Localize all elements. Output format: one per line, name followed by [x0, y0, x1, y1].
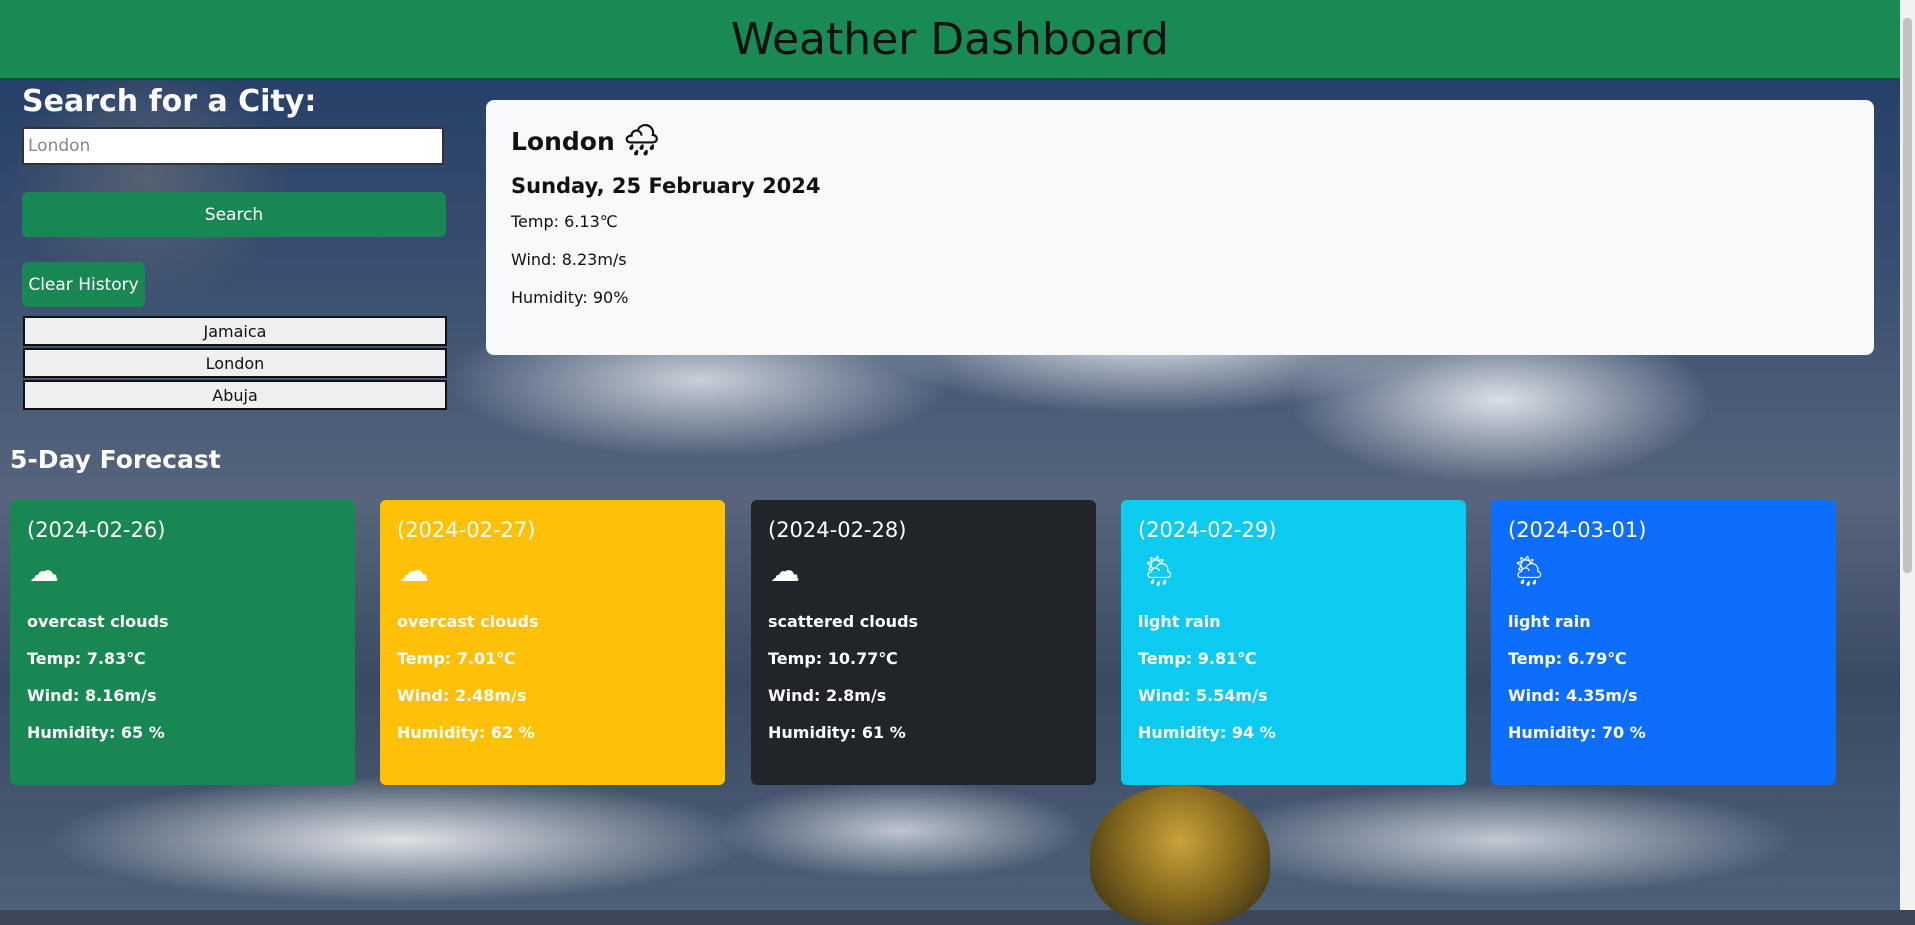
forecast-wind: Wind: 4.35m/s [1508, 686, 1638, 705]
search-history-list: Jamaica London Abuja [23, 316, 447, 412]
app-header: Weather Dashboard [0, 0, 1900, 80]
city-search-input[interactable] [22, 127, 444, 165]
search-title: Search for a City: [22, 84, 317, 119]
forecast-temp: Temp: 7.01℃ [397, 649, 516, 668]
forecast-wind: Wind: 2.48m/s [397, 686, 527, 705]
forecast-card: (2024-03-01) 🌦 light rain Temp: 6.79℃ Wi… [1491, 500, 1836, 785]
current-humidity: Humidity: 90% [511, 288, 629, 307]
forecast-humidity: Humidity: 62 % [397, 723, 535, 742]
forecast-date: (2024-02-28) [768, 518, 907, 542]
current-date: Sunday, 25 February 2024 [511, 174, 821, 198]
forecast-wind: Wind: 2.8m/s [768, 686, 887, 705]
search-button[interactable]: Search [22, 192, 446, 237]
history-item-jamaica[interactable]: Jamaica [23, 316, 447, 346]
forecast-description: scattered clouds [768, 612, 919, 631]
forecast-description: overcast clouds [27, 612, 169, 631]
scrollbar-thumb[interactable] [1903, 18, 1912, 573]
cloud-icon: ☁ [770, 554, 800, 589]
forecast-humidity: Humidity: 94 % [1138, 723, 1276, 742]
current-weather-card: London 🌧 Sunday, 25 February 2024 Temp: … [486, 100, 1874, 355]
current-city-heading: London 🌧 [511, 126, 1849, 156]
forecast-temp: Temp: 7.83℃ [27, 649, 146, 668]
page-title: Weather Dashboard [731, 13, 1169, 65]
forecast-humidity: Humidity: 61 % [768, 723, 906, 742]
current-city-name: London [511, 126, 615, 156]
forecast-card: (2024-02-26) ☁ overcast clouds Temp: 7.8… [10, 500, 355, 785]
forecast-card: (2024-02-27) ☁ overcast clouds Temp: 7.0… [380, 500, 725, 785]
page-scrollbar[interactable] [1900, 0, 1915, 910]
forecast-wind: Wind: 5.54m/s [1138, 686, 1268, 705]
sun-rain-icon: 🌦 [1140, 554, 1179, 589]
forecast-temp: Temp: 10.77℃ [768, 649, 898, 668]
cloud-icon: ☁ [399, 554, 429, 589]
clear-history-button[interactable]: Clear History [22, 262, 145, 307]
forecast-date: (2024-02-27) [397, 518, 536, 542]
forecast-date: (2024-02-26) [27, 518, 166, 542]
current-temp: Temp: 6.13℃ [511, 212, 618, 231]
current-wind: Wind: 8.23m/s [511, 250, 627, 269]
forecast-wind: Wind: 8.16m/s [27, 686, 157, 705]
forecast-card: (2024-02-28) ☁ scattered clouds Temp: 10… [751, 500, 1096, 785]
rain-icon: 🌧 [622, 123, 661, 158]
forecast-description: overcast clouds [397, 612, 539, 631]
forecast-card: (2024-02-29) 🌦 light rain Temp: 9.81℃ Wi… [1121, 500, 1466, 785]
forecast-temp: Temp: 6.79℃ [1508, 649, 1627, 668]
cloud-icon: ☁ [29, 554, 59, 589]
sun-rain-icon: 🌦 [1510, 554, 1549, 589]
forecast-date: (2024-03-01) [1508, 518, 1647, 542]
background-tree [1090, 785, 1270, 925]
forecast-title: 5-Day Forecast [10, 445, 221, 474]
forecast-humidity: Humidity: 65 % [27, 723, 165, 742]
forecast-cards: (2024-02-26) ☁ overcast clouds Temp: 7.8… [10, 500, 1836, 785]
history-item-abuja[interactable]: Abuja [23, 380, 447, 410]
forecast-description: light rain [1508, 612, 1591, 631]
forecast-description: light rain [1138, 612, 1221, 631]
forecast-humidity: Humidity: 70 % [1508, 723, 1646, 742]
forecast-temp: Temp: 9.81℃ [1138, 649, 1257, 668]
history-item-london[interactable]: London [23, 348, 447, 378]
forecast-date: (2024-02-29) [1138, 518, 1277, 542]
